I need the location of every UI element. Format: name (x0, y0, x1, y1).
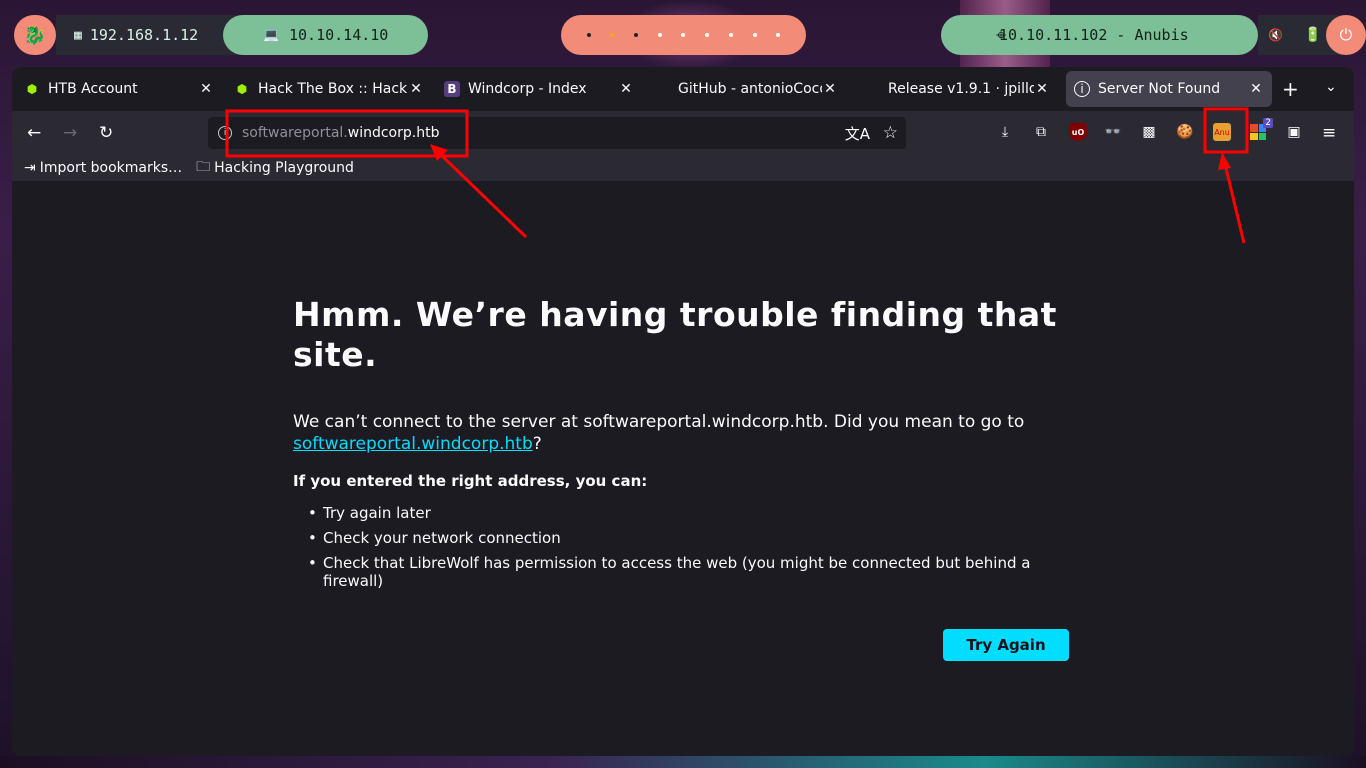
profile-extension-icon[interactable]: ▣ (1285, 123, 1303, 141)
workspace-2[interactable] (610, 33, 615, 37)
close-icon[interactable]: ✕ (618, 81, 634, 97)
reload-icon[interactable]: ↻ (99, 123, 113, 143)
workspace-switcher[interactable] (561, 15, 806, 55)
extensions-puzzle-icon[interactable]: ⧉ (1032, 123, 1050, 141)
network-icon: ▦ (74, 27, 82, 43)
close-icon[interactable]: ✕ (198, 81, 214, 97)
close-icon[interactable]: ✕ (408, 81, 424, 97)
workspace-4[interactable] (657, 33, 662, 37)
new-tab-button[interactable]: + (1282, 77, 1299, 101)
tab-htb-account[interactable]: ⬢ HTB Account ✕ (16, 71, 222, 107)
error-desc-suffix: ? (532, 434, 542, 454)
hamburger-menu-icon[interactable]: ≡ (1322, 123, 1336, 143)
tab-release[interactable]: Release v1.9.1 · jpillora ✕ (856, 71, 1058, 107)
bootstrap-icon: B (444, 81, 460, 97)
laptop-icon: 💻 (263, 27, 280, 43)
spy-glasses-icon[interactable]: 👓 (1104, 123, 1122, 141)
workspace-8[interactable] (752, 33, 757, 37)
volume-muted-icon[interactable]: 🔇 (1268, 28, 1283, 42)
list-item: Check your network connection (308, 529, 1063, 547)
downloads-icon[interactable]: ⤓ (996, 123, 1014, 141)
tab-title: HTB Account (48, 81, 138, 97)
local-ip: ▦ 192.168.1.12 (74, 15, 198, 55)
cookie-icon[interactable]: 🍪 (1176, 123, 1194, 141)
vpn-ip: 💻 10.10.14.10 (223, 15, 428, 55)
bookmark-folder-hacking[interactable]: 🗀 Hacking Playground (196, 156, 354, 180)
vpn-ip-text: 10.10.14.10 (289, 26, 389, 44)
tab-windcorp[interactable]: B Windcorp - Index ✕ (436, 71, 642, 107)
import-icon: ⇥ (24, 160, 36, 176)
htb-cube-icon: ⬢ (236, 82, 248, 96)
error-description: We can’t connect to the server at softwa… (293, 411, 1073, 455)
list-item: Try again later (308, 504, 1063, 522)
ublock-origin-icon[interactable]: uO (1069, 123, 1087, 141)
power-button[interactable]: ⏻ (1326, 15, 1366, 55)
qr-code-icon[interactable]: ▩ (1140, 123, 1158, 141)
htb-cube-icon: ⬢ (26, 82, 38, 96)
bookmark-import[interactable]: ⇥ Import bookmarks… (24, 160, 182, 176)
bookmark-label: Import bookmarks… (39, 160, 183, 176)
close-icon[interactable]: ✕ (822, 81, 838, 97)
back-arrow-icon[interactable]: ← (27, 123, 41, 143)
folder-icon: 🗀 (196, 159, 211, 175)
list-item: Check that LibreWolf has permission to a… (308, 554, 1063, 590)
browser-window: ⬢ HTB Account ✕ ⬢ Hack The Box :: Hack T… (12, 67, 1354, 756)
suggestion-list: Try again later Check your network conne… (308, 504, 1063, 597)
suggested-link[interactable]: softwareportal.windcorp.htb (293, 434, 533, 454)
tab-title: Hack The Box :: Hack T (258, 81, 408, 97)
ip-panel: ▦ 192.168.1.12 💻 10.10.14.10 (56, 15, 428, 55)
error-subheading: If you entered the right address, you ca… (293, 472, 648, 490)
tab-title: GitHub - antonioCoco/C (678, 81, 822, 97)
workspace-5[interactable] (681, 33, 686, 37)
forward-arrow-icon[interactable]: → (63, 123, 77, 143)
wallpaper-bottom (0, 756, 1366, 768)
github-icon (864, 81, 880, 97)
info-icon: i (1074, 81, 1090, 97)
anubis-extension-icon[interactable]: Anu (1213, 123, 1231, 141)
workspace-7[interactable] (728, 33, 733, 37)
power-icon: ⏻ (1339, 25, 1353, 44)
chevron-down-icon[interactable]: ⌄ (1325, 79, 1337, 95)
local-ip-text: 192.168.1.12 (89, 26, 199, 44)
extension-badge: 2 (1263, 118, 1273, 128)
top-panel: 🐉 ▦ 192.168.1.12 💻 10.10.14.10 ⌖ 10.10.1… (0, 15, 1366, 55)
nav-toolbar: ← → ↻ i softwareportal.windcorp.htb 文A ☆… (12, 111, 1354, 155)
tab-bar: ⬢ HTB Account ✕ ⬢ Hack The Box :: Hack T… (12, 67, 1354, 111)
tab-title: Windcorp - Index (468, 81, 587, 97)
address-bar[interactable]: i softwareportal.windcorp.htb 文A ☆ (208, 117, 906, 149)
tab-server-not-found[interactable]: i Server Not Found ✕ (1066, 71, 1272, 107)
translate-icon[interactable]: 文A (845, 123, 870, 144)
page-content: Hmm. We’re having trouble finding that s… (12, 181, 1354, 756)
url-text[interactable]: softwareportal.windcorp.htb (242, 125, 439, 141)
close-icon[interactable]: ✕ (1248, 81, 1264, 97)
target-text: 10.10.11.102 - Anubis (999, 26, 1189, 44)
multi-account-icon[interactable]: 2 (1249, 118, 1273, 141)
tab-hackthebox[interactable]: ⬢ Hack The Box :: Hack T ✕ (226, 71, 432, 107)
tab-title: Release v1.9.1 · jpillora (888, 81, 1034, 97)
battery-icon[interactable]: 🔋 (1304, 27, 1321, 43)
kali-dragon-icon: 🐉 (23, 24, 47, 46)
url-subdomain: softwareportal. (242, 125, 348, 141)
github-icon (654, 81, 670, 97)
kali-menu-button[interactable]: 🐉 (14, 15, 56, 55)
anubis-label: Anu (1214, 127, 1230, 137)
bookmarks-toolbar: ⇥ Import bookmarks… 🗀 Hacking Playground (12, 155, 1354, 181)
target-indicator: ⌖ 10.10.11.102 - Anubis (941, 15, 1258, 55)
error-title: Hmm. We’re having trouble finding that s… (293, 295, 1057, 374)
bookmark-star-icon[interactable]: ☆ (883, 123, 898, 143)
site-info-icon[interactable]: i (218, 126, 232, 140)
workspace-3[interactable] (634, 33, 639, 37)
bookmark-label: Hacking Playground (214, 160, 354, 176)
crosshair-icon: ⌖ (996, 24, 1007, 46)
error-desc-text: We can’t connect to the server at softwa… (293, 412, 1025, 432)
workspace-6[interactable] (705, 33, 710, 37)
workspace-1[interactable] (586, 33, 591, 37)
tab-github-antoniococo[interactable]: GitHub - antonioCoco/C ✕ (646, 71, 846, 107)
url-domain: windcorp.htb (347, 125, 440, 141)
workspace-9[interactable] (776, 33, 781, 37)
try-again-button[interactable]: Try Again (943, 629, 1069, 661)
close-icon[interactable]: ✕ (1034, 81, 1050, 97)
tab-title: Server Not Found (1098, 81, 1221, 97)
